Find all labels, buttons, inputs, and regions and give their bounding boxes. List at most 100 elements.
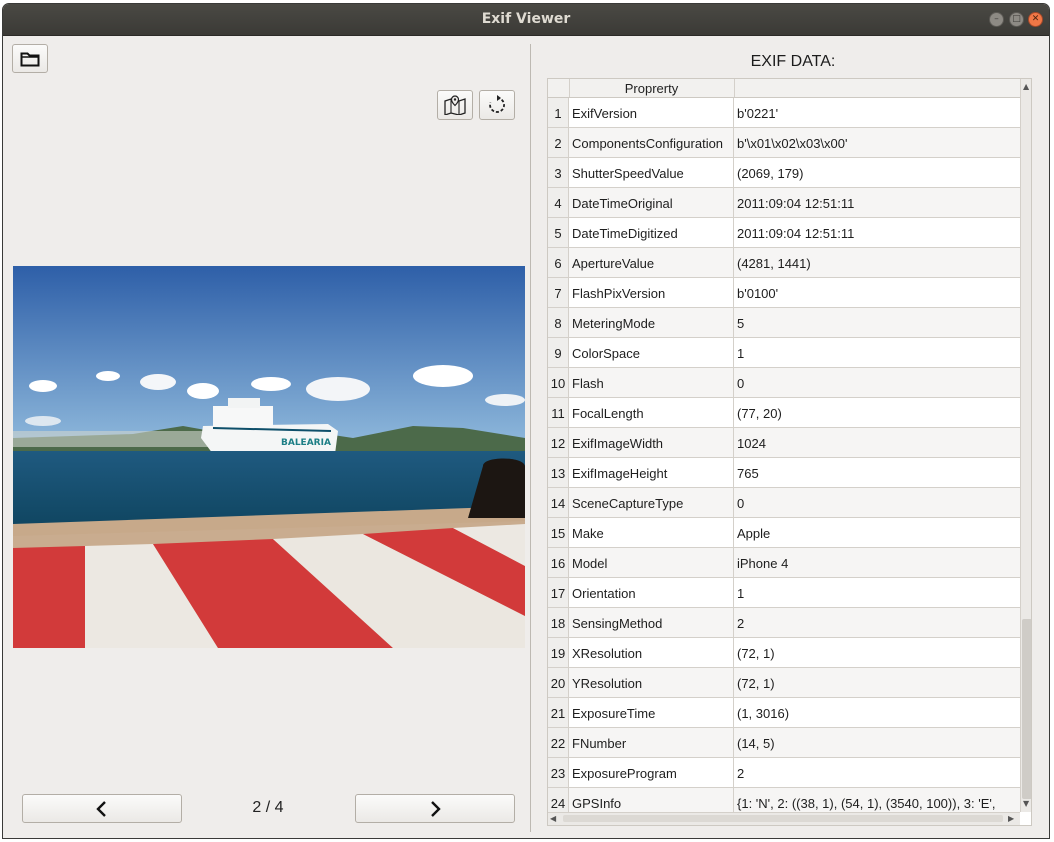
scroll-right-icon[interactable]: ▶ xyxy=(1008,814,1014,824)
row-number[interactable]: 22 xyxy=(548,728,569,758)
row-number[interactable]: 12 xyxy=(548,428,569,458)
property-cell[interactable]: YResolution xyxy=(569,668,734,698)
vertical-scroll-thumb[interactable] xyxy=(1022,619,1031,799)
row-number[interactable]: 3 xyxy=(548,158,569,188)
table-row[interactable]: 21 ExposureTime (1, 3016) xyxy=(548,698,1020,728)
maximize-button[interactable]: □ xyxy=(1009,12,1024,27)
property-cell[interactable]: DateTimeDigitized xyxy=(569,218,734,248)
value-cell[interactable]: 1024 xyxy=(734,428,1020,458)
row-number[interactable]: 5 xyxy=(548,218,569,248)
table-row[interactable]: 15 Make Apple xyxy=(548,518,1020,548)
property-cell[interactable]: ShutterSpeedValue xyxy=(569,158,734,188)
property-cell[interactable]: ExifVersion xyxy=(569,98,734,128)
table-row[interactable]: 19 XResolution (72, 1) xyxy=(548,638,1020,668)
value-cell[interactable]: 0 xyxy=(734,488,1020,518)
table-row[interactable]: 16 Model iPhone 4 xyxy=(548,548,1020,578)
title-bar[interactable]: Exif Viewer – □ ✕ xyxy=(3,4,1049,36)
corner-button[interactable] xyxy=(548,79,570,97)
value-cell[interactable]: 1 xyxy=(734,338,1020,368)
column-header-value[interactable] xyxy=(734,79,1019,97)
value-cell[interactable]: (77, 20) xyxy=(734,398,1020,428)
row-number[interactable]: 19 xyxy=(548,638,569,668)
property-cell[interactable]: DateTimeOriginal xyxy=(569,188,734,218)
value-cell[interactable]: (1, 3016) xyxy=(734,698,1020,728)
table-row[interactable]: 20 YResolution (72, 1) xyxy=(548,668,1020,698)
table-row[interactable]: 23 ExposureProgram 2 xyxy=(548,758,1020,788)
table-row[interactable]: 10 Flash 0 xyxy=(548,368,1020,398)
table-row[interactable]: 13 ExifImageHeight 765 xyxy=(548,458,1020,488)
table-row[interactable]: 1 ExifVersion b'0221' xyxy=(548,98,1020,128)
value-cell[interactable]: 5 xyxy=(734,308,1020,338)
value-cell[interactable]: 2011:09:04 12:51:11 xyxy=(734,218,1020,248)
table-row[interactable]: 14 SceneCaptureType 0 xyxy=(548,488,1020,518)
property-cell[interactable]: FlashPixVersion xyxy=(569,278,734,308)
property-cell[interactable]: Flash xyxy=(569,368,734,398)
scroll-left-icon[interactable]: ◀ xyxy=(550,814,556,824)
row-number[interactable]: 17 xyxy=(548,578,569,608)
row-number[interactable]: 6 xyxy=(548,248,569,278)
row-number[interactable]: 14 xyxy=(548,488,569,518)
row-number[interactable]: 23 xyxy=(548,758,569,788)
table-row[interactable]: 18 SensingMethod 2 xyxy=(548,608,1020,638)
value-cell[interactable]: b'0221' xyxy=(734,98,1020,128)
table-row[interactable]: 6 ApertureValue (4281, 1441) xyxy=(548,248,1020,278)
property-cell[interactable]: XResolution xyxy=(569,638,734,668)
row-number[interactable]: 18 xyxy=(548,608,569,638)
value-cell[interactable]: 2 xyxy=(734,758,1020,788)
map-button[interactable] xyxy=(437,90,473,120)
horizontal-scroll-thumb[interactable] xyxy=(563,815,1003,822)
value-cell[interactable]: (72, 1) xyxy=(734,638,1020,668)
value-cell[interactable]: 2 xyxy=(734,608,1020,638)
property-cell[interactable]: FNumber xyxy=(569,728,734,758)
property-cell[interactable]: ComponentsConfiguration xyxy=(569,128,734,158)
vertical-scrollbar[interactable]: ▲ ▼ xyxy=(1020,79,1031,812)
row-number[interactable]: 15 xyxy=(548,518,569,548)
value-cell[interactable]: 2011:09:04 12:51:11 xyxy=(734,188,1020,218)
row-number[interactable]: 13 xyxy=(548,458,569,488)
value-cell[interactable]: 765 xyxy=(734,458,1020,488)
property-cell[interactable]: Make xyxy=(569,518,734,548)
table-row[interactable]: 3 ShutterSpeedValue (2069, 179) xyxy=(548,158,1020,188)
property-cell[interactable]: SensingMethod xyxy=(569,608,734,638)
row-number[interactable]: 16 xyxy=(548,548,569,578)
value-cell[interactable]: b'\x01\x02\x03\x00' xyxy=(734,128,1020,158)
next-button[interactable] xyxy=(355,794,515,823)
table-row[interactable]: 11 FocalLength (77, 20) xyxy=(548,398,1020,428)
row-number[interactable]: 1 xyxy=(548,98,569,128)
table-row[interactable]: 2 ComponentsConfiguration b'\x01\x02\x03\x… xyxy=(548,128,1020,158)
table-row[interactable]: 17 Orientation 1 xyxy=(548,578,1020,608)
value-cell[interactable]: 1 xyxy=(734,578,1020,608)
value-cell[interactable]: (2069, 179) xyxy=(734,158,1020,188)
table-row[interactable]: 4 DateTimeOriginal 2011:09:04 12:51:11 xyxy=(548,188,1020,218)
previous-button[interactable] xyxy=(22,794,182,823)
rotate-button[interactable] xyxy=(479,90,515,120)
property-cell[interactable]: ApertureValue xyxy=(569,248,734,278)
property-cell[interactable]: ExposureTime xyxy=(569,698,734,728)
value-cell[interactable]: (72, 1) xyxy=(734,668,1020,698)
value-cell[interactable]: iPhone 4 xyxy=(734,548,1020,578)
property-cell[interactable]: ExposureProgram xyxy=(569,758,734,788)
column-header-property[interactable]: Proprerty xyxy=(569,79,735,97)
value-cell[interactable]: (4281, 1441) xyxy=(734,248,1020,278)
row-number[interactable]: 9 xyxy=(548,338,569,368)
property-cell[interactable]: ExifImageHeight xyxy=(569,458,734,488)
value-cell[interactable]: 0 xyxy=(734,368,1020,398)
value-cell[interactable]: (14, 5) xyxy=(734,728,1020,758)
table-row[interactable]: 8 MeteringMode 5 xyxy=(548,308,1020,338)
table-row[interactable]: 5 DateTimeDigitized 2011:09:04 12:51:11 xyxy=(548,218,1020,248)
row-number[interactable]: 20 xyxy=(548,668,569,698)
property-cell[interactable]: ExifImageWidth xyxy=(569,428,734,458)
property-cell[interactable]: ColorSpace xyxy=(569,338,734,368)
table-row[interactable]: 22 FNumber (14, 5) xyxy=(548,728,1020,758)
row-number[interactable]: 7 xyxy=(548,278,569,308)
property-cell[interactable]: Orientation xyxy=(569,578,734,608)
table-row[interactable]: 7 FlashPixVersion b'0100' xyxy=(548,278,1020,308)
scroll-up-icon[interactable]: ▲ xyxy=(1023,82,1029,92)
open-folder-button[interactable] xyxy=(12,44,48,73)
property-cell[interactable]: MeteringMode xyxy=(569,308,734,338)
row-number[interactable]: 4 xyxy=(548,188,569,218)
close-button[interactable]: ✕ xyxy=(1028,12,1043,27)
row-number[interactable]: 21 xyxy=(548,698,569,728)
property-cell[interactable]: Model xyxy=(569,548,734,578)
table-row[interactable]: 9 ColorSpace 1 xyxy=(548,338,1020,368)
